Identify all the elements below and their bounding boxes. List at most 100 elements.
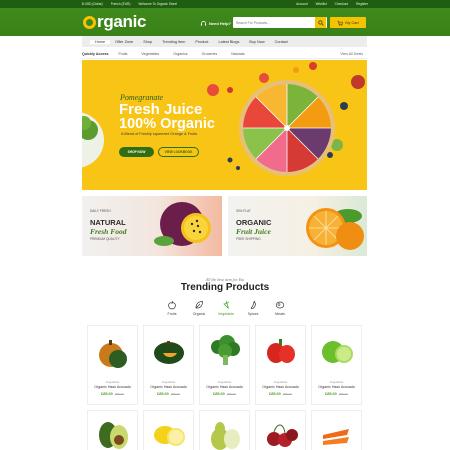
hero-title-line2: 100% Organic [119, 116, 215, 132]
quick-chip-groceries[interactable]: Groceries [202, 52, 218, 56]
price-current: £85.00 [101, 392, 113, 396]
search-icon [317, 19, 324, 26]
product-card[interactable]: Vegetables Organic Hass Avocado £85.00 £9… [143, 325, 194, 405]
product-name[interactable]: Organic Hass Avocado [88, 385, 137, 389]
leaf-icon [195, 301, 203, 309]
search-input[interactable] [233, 17, 315, 28]
currency-selector[interactable]: $ USD (Dollar) [82, 2, 103, 6]
nav-trending-item[interactable]: Trending Item [157, 40, 190, 44]
nav-product[interactable]: Product [190, 40, 213, 44]
quick-chip-organics[interactable]: Organics [173, 52, 187, 56]
hero-description: A Blend of Freshly squeezed Orange & Fru… [121, 132, 198, 136]
meat-icon [275, 301, 285, 309]
price-current: £85.00 [213, 392, 225, 396]
shop-now-button[interactable]: SHOP NOW [119, 147, 154, 157]
promo-note: PREMIUM QUALITY [90, 237, 120, 241]
tab-label: Meats [275, 312, 285, 316]
tab-label: Spices [247, 312, 259, 316]
product-card[interactable] [87, 410, 138, 450]
nav-offer-zone[interactable]: Offer Zone [110, 40, 138, 44]
tab-organic[interactable]: Organic [187, 299, 211, 319]
product-name[interactable]: Organic Hass Avocado [200, 385, 249, 389]
promo-heading: ORGANIC [236, 218, 272, 227]
quick-chip-fruits[interactable]: Fruits [118, 52, 127, 56]
price-current: £85.00 [325, 392, 337, 396]
product-card[interactable] [143, 410, 194, 450]
tab-meats[interactable]: Meats [268, 299, 292, 319]
price-old: £95.00 [338, 392, 348, 396]
lime-image [322, 341, 353, 363]
avocado-image [99, 422, 128, 449]
price-old: £95.00 [170, 392, 180, 396]
quick-access-label: Quickly Access [82, 52, 109, 56]
lemon-image [154, 426, 185, 446]
price-current: £85.00 [157, 392, 169, 396]
product-price: £85.00 £95.00 [144, 392, 193, 396]
tab-spices[interactable]: Spices [241, 299, 265, 319]
product-card[interactable] [199, 410, 250, 450]
apple-icon [168, 300, 176, 310]
checkout-link[interactable]: Checkout [335, 2, 348, 6]
product-category: Vegetables [273, 380, 288, 384]
promo-banner-organic[interactable]: 30% FLAT ORGANIC Fruit Juice FREE SHIPPI… [228, 196, 367, 256]
account-link[interactable]: Account [296, 2, 308, 6]
product-category: Vegetables [217, 380, 232, 384]
cart-label: My Cart [345, 20, 359, 25]
nav-home[interactable]: Home [90, 39, 111, 44]
orange-image [306, 208, 364, 250]
tab-label: Organic [192, 312, 206, 316]
nav-contact[interactable]: Contact [270, 40, 293, 44]
nav-buy-now[interactable]: Buy Now [244, 40, 269, 44]
product-name[interactable]: Organic Hass Avocado [144, 385, 193, 389]
promo-banner-natural[interactable]: DAILY FRESH NATURAL Fresh Food PREMIUM Q… [82, 196, 222, 256]
search-bar [233, 17, 327, 28]
squash-image [154, 341, 184, 364]
red-pepper-image [267, 339, 295, 363]
promo-subheading: Fruit Juice [236, 227, 271, 236]
logo-text: rganic [97, 12, 147, 31]
product-name[interactable]: Organic Hass Avocado [256, 385, 305, 389]
main-nav: Home Offer Zone Shop Trending Item Produ… [82, 36, 367, 47]
nav-shop[interactable]: Shop [138, 40, 157, 44]
language-selector[interactable]: French (EUR) [111, 2, 131, 6]
product-card[interactable]: Vegetables Organic Hass Avocado £85.00 £9… [87, 325, 138, 405]
logo[interactable]: rganic [83, 12, 147, 32]
product-card[interactable]: Vegetables Organic Hass Avocado £85.00 £9… [311, 325, 362, 405]
product-card[interactable]: Vegetables Organic Hass Avocado £85.00 £9… [255, 325, 306, 405]
tab-vegetable[interactable]: Vegetable [214, 299, 238, 319]
promo-small-text: DAILY FRESH [90, 209, 111, 213]
cart-icon [337, 20, 344, 26]
trending-title: Trending Products [180, 282, 270, 293]
need-help-label: Need Help? [209, 21, 232, 26]
header: rganic Need Help? My Cart [0, 8, 450, 36]
promo-note: FREE SHIPPING [236, 237, 261, 241]
product-card[interactable] [255, 410, 306, 450]
quick-chip-vegetables[interactable]: Vegetables [141, 52, 159, 56]
promo-small-text: 30% FLAT [236, 209, 251, 213]
view-lookbook-button[interactable]: VIEW LOOKBOOK [158, 147, 199, 157]
cherry-image [267, 424, 298, 447]
search-button[interactable] [315, 17, 326, 28]
price-current: £85.00 [269, 392, 281, 396]
headset-icon [200, 21, 207, 26]
hero-banner: Pomegranate Fresh Juice 100% Organic A B… [82, 60, 367, 190]
product-card[interactable]: Vegetables Organic Hass Avocado £85.00 £9… [199, 325, 250, 405]
product-category: Vegetables [105, 380, 120, 384]
register-link[interactable]: Register [356, 2, 368, 6]
quick-chip-naturals[interactable]: Naturals [231, 52, 244, 56]
tab-label: Fruits [167, 312, 177, 316]
need-help[interactable]: Need Help? [200, 20, 231, 27]
cart-button[interactable]: My Cart [330, 17, 366, 28]
carrot-image [323, 429, 349, 445]
product-price: £85.00 £95.00 [200, 392, 249, 396]
product-price: £85.00 £95.00 [312, 392, 361, 396]
product-name[interactable]: Organic Hass Avocado [312, 385, 361, 389]
category-tabs: Fruits Organic Vegetable Spices Meats [160, 299, 292, 319]
tab-fruits[interactable]: Fruits [160, 299, 184, 319]
price-old: £95.00 [282, 392, 292, 396]
view-all-deals-link[interactable]: View All Deals [340, 52, 363, 56]
nav-latest-blogs[interactable]: Latest Blogs [214, 40, 245, 44]
pepper-icon [250, 300, 256, 310]
wishlist-link[interactable]: Wishlist [316, 2, 327, 6]
product-card[interactable] [311, 410, 362, 450]
